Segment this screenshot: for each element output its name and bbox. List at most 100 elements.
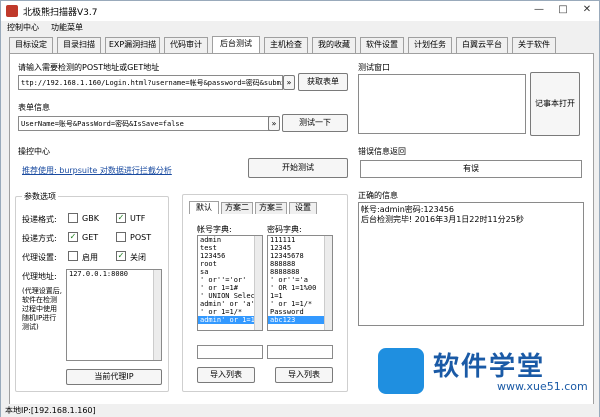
tab-schedule[interactable]: 计划任务 xyxy=(408,37,452,53)
proxy-list[interactable]: 127.0.0.1:8080 xyxy=(66,269,162,361)
tab-code-audit[interactable]: 代码审计 xyxy=(164,37,208,53)
url-input[interactable]: ttp://192.168.1.160/Login.html?username=… xyxy=(18,75,283,90)
get-form-button[interactable]: 获取表单 xyxy=(298,73,348,91)
list-item-selected[interactable]: admin' or 1=1/* xyxy=(198,316,262,324)
get-label: GET xyxy=(82,233,99,242)
list-item[interactable]: Password xyxy=(268,308,332,316)
error-label: 错误信息返回 xyxy=(358,147,406,156)
test-window-label: 测试窗口 xyxy=(358,63,390,72)
test-window-output[interactable] xyxy=(358,74,526,134)
dict-tab-plan2[interactable]: 方案二 xyxy=(221,202,253,214)
list-item[interactable]: test xyxy=(198,244,262,252)
list-item[interactable]: ' or 1=1/* xyxy=(268,300,332,308)
get-checkbox[interactable]: ✓ xyxy=(68,232,78,242)
correct-line: 后台检测完毕! 2016年3月1日22时11分25秒 xyxy=(361,215,524,224)
tab-host-check[interactable]: 主机检查 xyxy=(264,37,308,53)
user-dict-list[interactable]: admin test 123456 root sa ' or''='or' ' … xyxy=(197,235,263,331)
form-input[interactable]: UserName=账号&PassWord=密码&IsSave=false xyxy=(18,116,276,131)
test-button[interactable]: 测试一下 xyxy=(282,114,348,132)
menu-functions[interactable]: 功能菜单 xyxy=(51,22,83,33)
params-label: 参数选项 xyxy=(22,191,58,202)
pass-dict-scrollbar[interactable] xyxy=(324,236,332,330)
tab-backend-test[interactable]: 后台测试 xyxy=(212,36,260,53)
correct-line: 帐号:admin密码:123456 xyxy=(361,205,454,214)
form-label: 表单信息 xyxy=(18,103,50,112)
proxy-address-label: 代理地址: xyxy=(22,272,57,281)
list-item[interactable]: admin xyxy=(198,236,262,244)
tab-cloud[interactable]: 白翼云平台 xyxy=(456,37,508,53)
dict-tab-plan3[interactable]: 方案三 xyxy=(255,202,287,214)
list-item[interactable]: 888888 xyxy=(268,260,332,268)
gbk-checkbox[interactable] xyxy=(68,213,78,223)
tab-settings[interactable]: 软件设置 xyxy=(360,37,404,53)
control-label: 操控中心 xyxy=(18,147,50,156)
list-item[interactable]: ' or 1=1/* xyxy=(198,308,262,316)
list-item[interactable]: 1=1 xyxy=(268,292,332,300)
utf-checkbox[interactable]: ✓ xyxy=(116,213,126,223)
tab-about[interactable]: 关于软件 xyxy=(512,37,556,53)
dict-tab-default[interactable]: 默认 xyxy=(189,201,219,214)
notepad-button[interactable]: 记事本打开 xyxy=(530,72,580,136)
pass-dict-list[interactable]: 111111 12345 12345678 888888 8888888 ' o… xyxy=(267,235,333,331)
dict-group: 默认 方案二 方案三 设置 帐号字典: 密码字典: admin test 123… xyxy=(182,194,348,392)
minimize-button[interactable]: — xyxy=(527,2,551,18)
list-item[interactable]: 8888888 xyxy=(268,268,332,276)
list-item-selected[interactable]: abc123 xyxy=(268,316,332,324)
post-label: POST xyxy=(130,233,152,242)
list-item[interactable]: ' OR 1=1%00 xyxy=(268,284,332,292)
import-passwords-button[interactable]: 导入列表 xyxy=(275,367,333,383)
tab-exp-scan[interactable]: EXP漏洞扫描 xyxy=(105,37,160,53)
list-item[interactable]: 111111 xyxy=(268,236,332,244)
window-title: 北极熊扫描器V3.7 xyxy=(23,8,98,18)
logo-mark xyxy=(378,348,424,394)
list-item[interactable]: 12345 xyxy=(268,244,332,252)
close-proxy-checkbox[interactable]: ✓ xyxy=(116,251,126,261)
list-item[interactable]: admin' or 'a'=' xyxy=(198,300,262,308)
close-button[interactable]: ✕ xyxy=(575,2,599,18)
list-item[interactable]: sa xyxy=(198,268,262,276)
maximize-button[interactable]: □ xyxy=(551,2,575,18)
list-item[interactable]: ' UNION Select xyxy=(198,292,262,300)
menu-bar: 控制中心 功能菜单 xyxy=(1,21,599,35)
form-arrow-button[interactable]: » xyxy=(268,116,280,131)
pass-add-input[interactable] xyxy=(267,345,333,359)
user-add-input[interactable] xyxy=(197,345,263,359)
local-ip-status: 本地IP:[192.168.1.160] xyxy=(5,406,96,415)
proxy-scrollbar[interactable] xyxy=(153,270,161,360)
user-dict-label: 帐号字典: xyxy=(197,225,232,234)
title-bar: 北极熊扫描器V3.7 — □ ✕ xyxy=(1,1,599,21)
list-item[interactable]: 123456 xyxy=(198,252,262,260)
tab-dir-scan[interactable]: 目录扫描 xyxy=(57,37,101,53)
current-proxy-button[interactable]: 当前代理IP xyxy=(66,369,162,385)
list-item[interactable]: ' or''='or' xyxy=(198,276,262,284)
menu-control-center[interactable]: 控制中心 xyxy=(7,22,39,33)
user-dict-scrollbar[interactable] xyxy=(254,236,262,330)
app-icon xyxy=(6,5,18,17)
proxy-note: (代理设置后,软件在检测过程中使用随机IP进行测试) xyxy=(22,287,62,331)
proxy-setting-label: 代理设置: xyxy=(22,253,57,262)
proxy-item[interactable]: 127.0.0.1:8080 xyxy=(67,270,161,278)
error-output: 有误 xyxy=(360,160,582,178)
watermark-text: 软件学堂 xyxy=(433,352,546,382)
tab-target[interactable]: 目标设定 xyxy=(9,37,53,53)
enable-proxy-checkbox[interactable] xyxy=(68,251,78,261)
list-item[interactable]: 12345678 xyxy=(268,252,332,260)
watermark-url: www.xue51.com xyxy=(497,380,588,393)
burpsuite-link[interactable]: 推荐使用: burpsuite 对数据进行拦截分析 xyxy=(22,165,172,176)
gbk-label: GBK xyxy=(82,214,99,223)
post-checkbox[interactable] xyxy=(116,232,126,242)
start-test-button[interactable]: 开始测试 xyxy=(248,158,348,178)
method-label: 投递方式: xyxy=(22,234,57,243)
list-item[interactable]: ' or''='a xyxy=(268,276,332,284)
list-item[interactable]: ' or 1=1# xyxy=(198,284,262,292)
list-item[interactable]: root xyxy=(198,260,262,268)
pass-dict-label: 密码字典: xyxy=(267,225,302,234)
import-users-button[interactable]: 导入列表 xyxy=(197,367,255,383)
dict-tab-settings[interactable]: 设置 xyxy=(289,202,317,214)
utf-label: UTF xyxy=(130,214,146,223)
correct-output: 帐号:admin密码:123456 后台检测完毕! 2016年3月1日22时11… xyxy=(358,202,584,326)
tab-favorites[interactable]: 我的收藏 xyxy=(312,37,356,53)
enable-label: 启用 xyxy=(82,253,98,262)
url-arrow-button[interactable]: » xyxy=(283,75,295,90)
status-bar: 本地IP:[192.168.1.160] xyxy=(1,404,599,417)
